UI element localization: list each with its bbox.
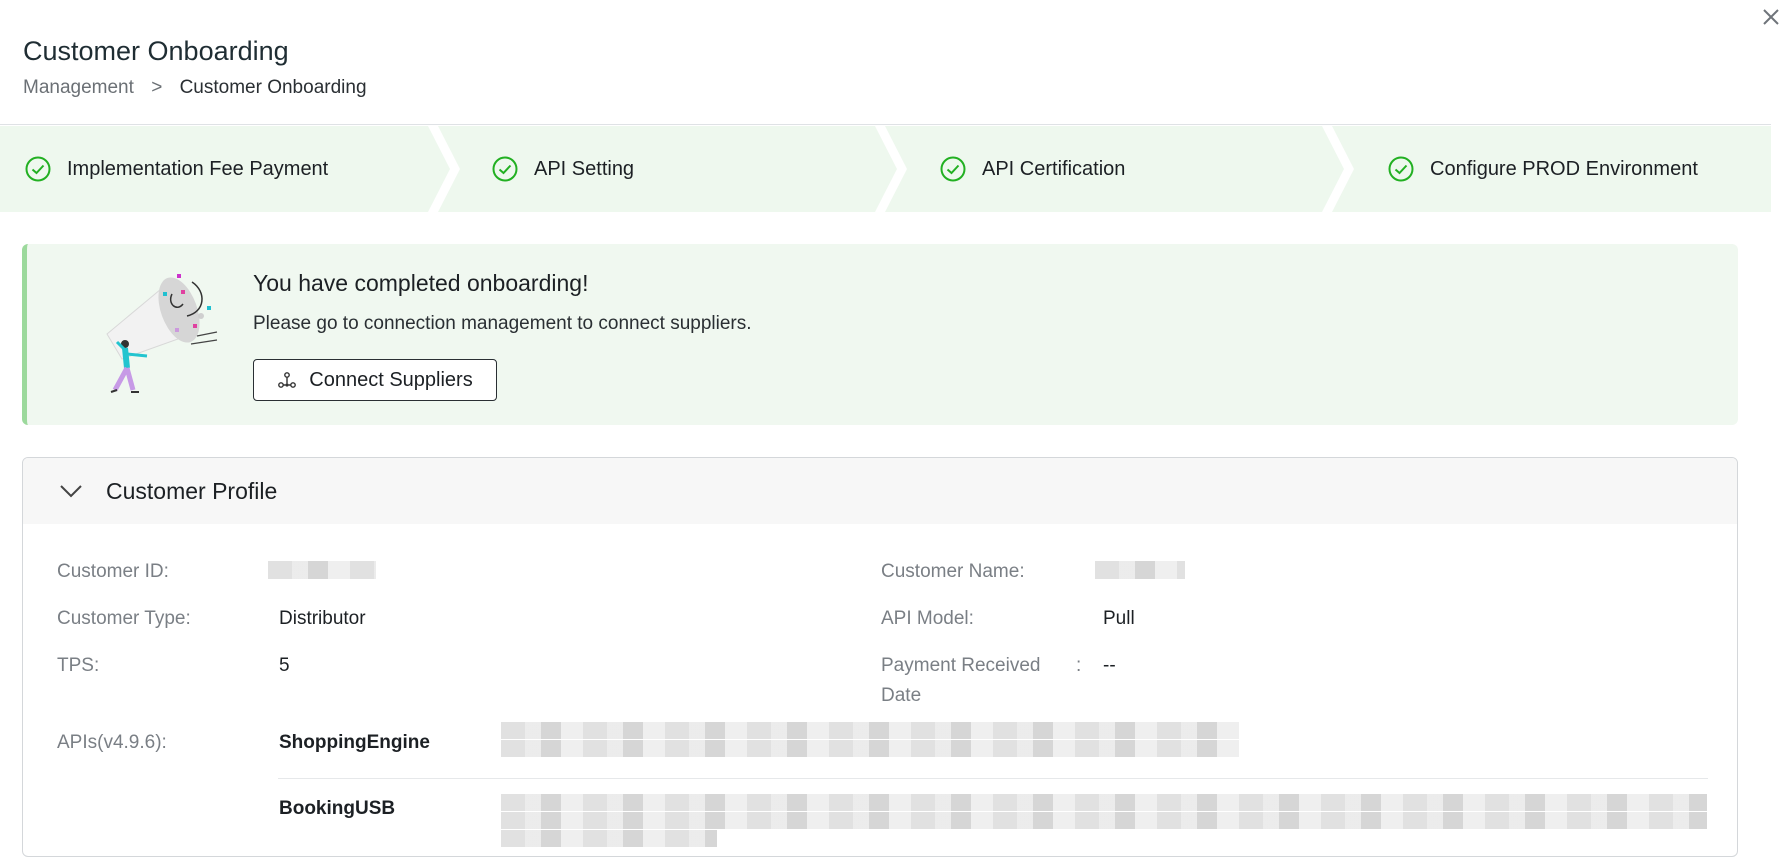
payment-received-colon: : <box>1076 655 1082 676</box>
payment-received-label-line2: Date <box>881 685 922 706</box>
api-details-redacted <box>501 722 1239 739</box>
megaphone-celebration-illustration <box>106 274 218 393</box>
api-model-value: Pull <box>1103 608 1135 629</box>
api-details-redacted <box>501 830 717 847</box>
completion-banner: You have completed onboarding! Please go… <box>22 244 1738 425</box>
step-label: Configure PROD Environment <box>1430 157 1698 180</box>
customer-name-redacted <box>1095 561 1185 579</box>
api-model-label: API Model: <box>881 608 974 629</box>
step-label: API Certification <box>982 157 1126 180</box>
page-title: Customer Onboarding <box>23 36 289 66</box>
step-configure-prod-environment[interactable]: Configure PROD Environment <box>1388 126 1698 212</box>
step-implementation-fee-payment[interactable]: Implementation Fee Payment <box>25 126 328 212</box>
connect-suppliers-button[interactable]: Connect Suppliers <box>253 359 497 401</box>
api-details-redacted <box>501 812 1707 829</box>
check-circle-icon <box>492 156 518 182</box>
api-name: ShoppingEngine <box>279 732 430 753</box>
banner-title: You have completed onboarding! <box>253 270 589 296</box>
breadcrumb-item-current: Customer Onboarding <box>179 77 367 98</box>
api-divider <box>278 778 1708 779</box>
customer-name-label: Customer Name: <box>881 561 1025 582</box>
customer-id-label: Customer ID: <box>57 561 169 582</box>
api-details-redacted <box>501 794 1707 811</box>
step-api-setting[interactable]: API Setting <box>492 126 634 212</box>
api-name: BookingUSB <box>279 798 396 819</box>
apis-label: APIs(v4.9.6): <box>57 732 167 753</box>
customer-type-value: Distributor <box>279 608 366 629</box>
banner-message: Please go to connection management to co… <box>253 313 752 334</box>
customer-type-label: Customer Type: <box>57 608 191 629</box>
tps-value: 5 <box>279 655 290 676</box>
breadcrumb-item-management[interactable]: Management <box>23 77 134 98</box>
step-api-certification[interactable]: API Certification <box>940 126 1125 212</box>
connect-suppliers-label: Connect Suppliers <box>309 368 473 391</box>
chevron-down-icon[interactable] <box>58 478 84 504</box>
customer-profile-header[interactable]: Customer Profile <box>23 458 1737 524</box>
check-circle-icon <box>940 156 966 182</box>
tps-label: TPS: <box>57 655 100 676</box>
close-icon[interactable] <box>1760 6 1781 30</box>
breadcrumb: Management > Customer Onboarding <box>23 77 367 99</box>
step-progress-bar: Implementation Fee Payment API Setting A… <box>0 124 1771 212</box>
network-nodes-icon <box>278 372 297 388</box>
payment-received-value: -- <box>1103 655 1116 676</box>
api-details-redacted <box>501 740 1239 757</box>
check-circle-icon <box>25 156 51 182</box>
step-label: API Setting <box>534 157 635 180</box>
customer-profile-panel: Customer Profile Customer ID: Customer N… <box>22 457 1738 857</box>
check-circle-icon <box>1388 156 1414 182</box>
customer-id-redacted <box>268 561 376 579</box>
step-label: Implementation Fee Payment <box>67 157 329 180</box>
breadcrumb-separator: > <box>151 77 163 98</box>
payment-received-label-line1: Payment Received <box>881 655 1041 676</box>
section-title: Customer Profile <box>106 477 278 504</box>
